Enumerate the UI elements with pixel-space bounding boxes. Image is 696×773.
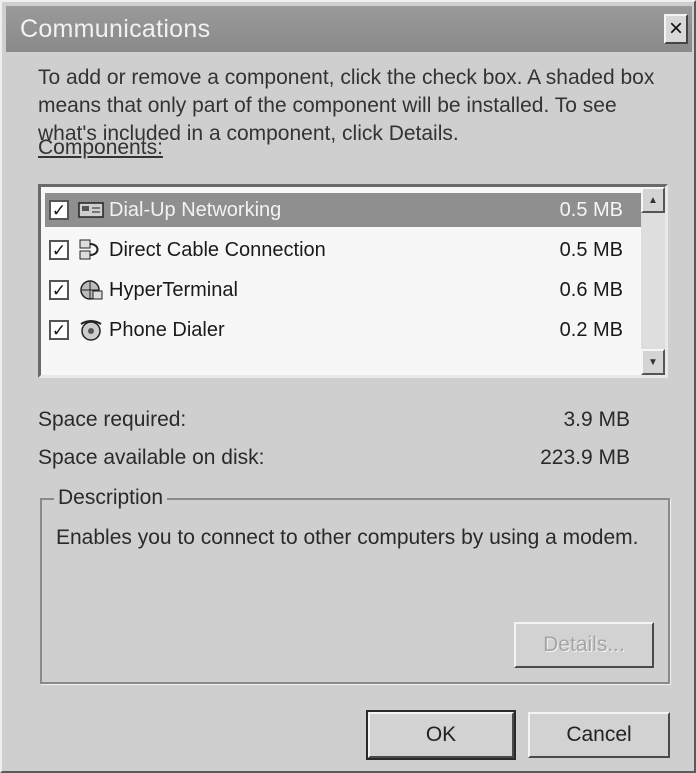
- component-size: 0.2 MB: [559, 318, 623, 341]
- component-size: 0.5 MB: [559, 198, 623, 221]
- components-label: Components:: [38, 136, 163, 159]
- scroll-up-button[interactable]: ▲: [641, 187, 665, 213]
- space-required-label: Space required:: [38, 408, 187, 431]
- phone-dialer-icon: [77, 318, 105, 342]
- space-required-value: 3.9 MB: [563, 408, 630, 431]
- scroll-down-button[interactable]: ▼: [641, 349, 665, 375]
- component-name: Phone Dialer: [109, 318, 225, 341]
- cancel-button[interactable]: Cancel: [528, 712, 670, 758]
- details-button[interactable]: Details...: [514, 622, 654, 668]
- component-checkbox[interactable]: ✓: [49, 280, 69, 300]
- window-title: Communications: [20, 14, 211, 43]
- ok-button[interactable]: OK: [366, 710, 516, 760]
- space-required-row: Space required: 3.9 MB: [38, 408, 630, 432]
- component-name: HyperTerminal: [109, 278, 238, 301]
- checkmark-icon: ✓: [51, 320, 67, 340]
- communications-dialog: Communications × To add or remove a comp…: [0, 0, 696, 773]
- direct-cable-connection-icon: [77, 238, 105, 262]
- component-name: Direct Cable Connection: [109, 238, 326, 261]
- checkmark-icon: ✓: [51, 240, 67, 260]
- list-item[interactable]: ✓ HyperTerminal 0.6 MB: [45, 273, 643, 307]
- checkmark-icon: ✓: [51, 280, 67, 300]
- list-item[interactable]: ✓ Phone Dialer 0.2 MB: [45, 313, 643, 347]
- description-group: Description Enables you to connect to ot…: [40, 486, 670, 684]
- list-item[interactable]: ✓ Direct Cable Connection 0.5 MB: [45, 233, 643, 267]
- dial-up-networking-icon: [77, 198, 105, 222]
- close-button[interactable]: ×: [664, 14, 688, 44]
- list-item[interactable]: ✓ Dial-Up Networking 0.5 MB: [45, 193, 643, 227]
- component-checkbox[interactable]: ✓: [49, 320, 69, 340]
- checkmark-icon: ✓: [51, 200, 67, 220]
- arrow-down-icon: ▼: [648, 356, 658, 368]
- space-available-label: Space available on disk:: [38, 446, 265, 469]
- close-icon: ×: [668, 15, 683, 42]
- component-size: 0.6 MB: [559, 278, 623, 301]
- description-text: Enables you to connect to other computer…: [56, 526, 639, 549]
- component-name: Dial-Up Networking: [109, 198, 282, 221]
- components-list[interactable]: ✓ Dial-Up Networking 0.5 MB ✓ Direct Cab…: [38, 184, 668, 378]
- component-size: 0.5 MB: [559, 238, 623, 261]
- description-legend: Description: [54, 486, 168, 510]
- component-checkbox[interactable]: ✓: [49, 240, 69, 260]
- space-available-value: 223.9 MB: [540, 446, 630, 469]
- title-bar[interactable]: Communications ×: [6, 6, 692, 52]
- arrow-up-icon: ▲: [648, 194, 658, 206]
- hyperterminal-icon: [77, 278, 105, 302]
- list-scrollbar[interactable]: ▲ ▼: [641, 187, 665, 375]
- component-checkbox[interactable]: ✓: [49, 200, 69, 220]
- space-available-row: Space available on disk: 223.9 MB: [38, 446, 630, 470]
